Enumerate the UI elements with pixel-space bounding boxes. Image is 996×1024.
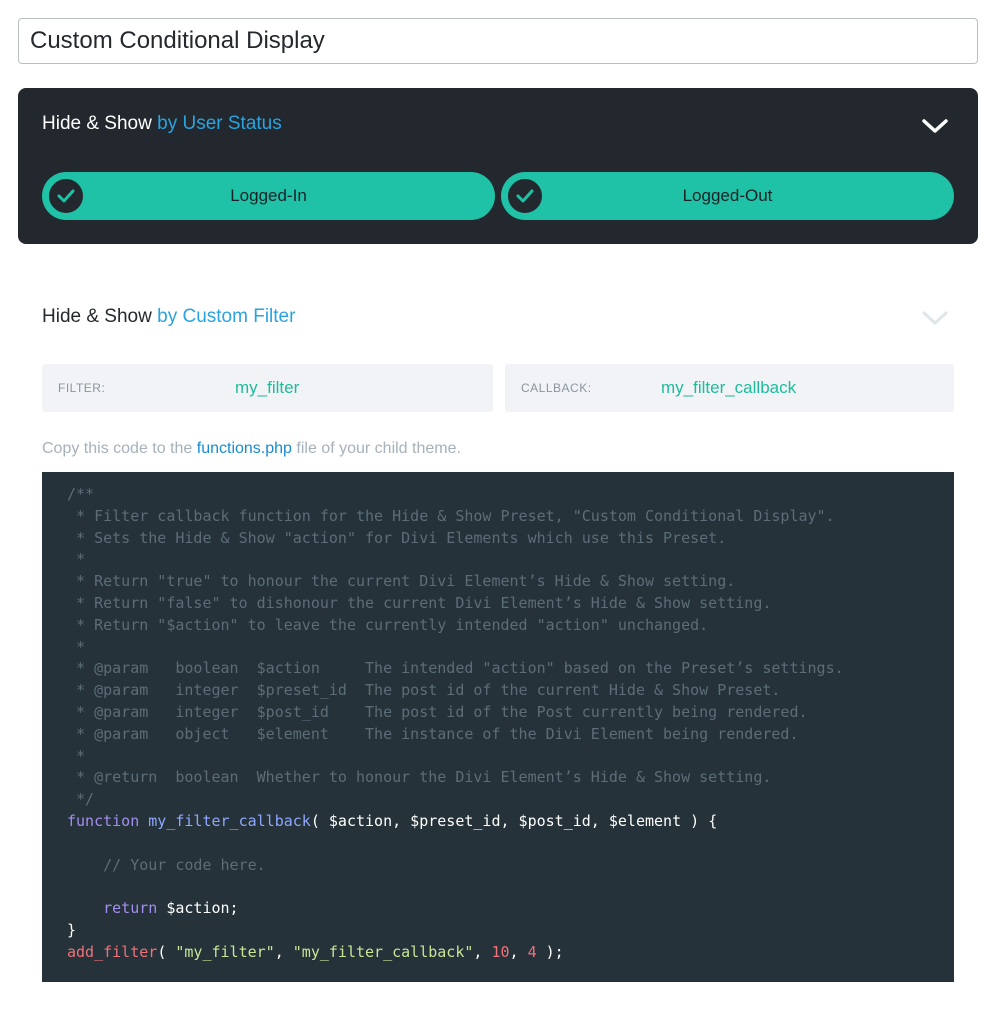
code-comment-line: * @param integer $post_id The post id of… [67, 702, 808, 721]
filter-value[interactable]: my_filter [235, 364, 299, 412]
code-comment-line: * [67, 746, 86, 765]
user-status-panel: Hide & Show by User Status Logged-In Log… [18, 88, 978, 244]
code-comment-line: * @param boolean $action The intended "a… [67, 659, 844, 678]
code-comment-line: * Sets the Hide & Show "action" for Divi… [67, 528, 727, 547]
code-comment-line: */ [67, 790, 95, 809]
code-comment-line: /** [67, 485, 95, 503]
code-comment-line: * Filter callback function for the Hide … [67, 506, 835, 525]
code-comment-line: * @return boolean Whether to honour the … [67, 768, 772, 787]
code-comment-line: * @param object $element The instance of… [67, 724, 799, 743]
filter-field[interactable]: FILTER: my_filter [42, 364, 493, 412]
logged-in-label: Logged-In [230, 186, 307, 205]
chevron-down-icon[interactable] [921, 308, 949, 328]
user-status-heading: Hide & Show by User Status [42, 113, 282, 134]
code-body-comment: // Your code here. [67, 855, 266, 874]
preset-title-input[interactable] [18, 18, 978, 64]
functions-php-link[interactable]: functions.php [197, 440, 292, 457]
code-block[interactable]: /** * Filter callback function for the H… [42, 472, 954, 982]
code-comment-line: * Return "$action" to leave the currentl… [67, 615, 709, 634]
callback-value[interactable]: my_filter_callback [661, 364, 796, 412]
code-comment-line: * @param integer $preset_id The post id … [67, 681, 781, 700]
chevron-down-icon[interactable] [921, 116, 949, 136]
logged-out-label: Logged-Out [682, 186, 773, 205]
logged-out-toggle[interactable]: Logged-Out [501, 172, 954, 220]
custom-filter-heading: Hide & Show by Custom Filter [42, 306, 296, 327]
code-comment-line: * Return "false" to dishonour the curren… [67, 593, 772, 612]
filter-label: FILTER: [58, 381, 106, 395]
code-comment-line: * [67, 637, 86, 656]
code-comment-line: * [67, 550, 86, 569]
logged-in-toggle[interactable]: Logged-In [42, 172, 495, 220]
code-close-brace: } [67, 920, 77, 939]
callback-label: CALLBACK: [521, 381, 592, 395]
code-return-line: return $action; [67, 899, 239, 918]
callback-field[interactable]: CALLBACK: my_filter_callback [505, 364, 954, 412]
code-function-line: function my_filter_callback( $action, $p… [67, 811, 718, 830]
code-add-filter-line: add_filter( "my_filter", "my_filter_call… [67, 942, 564, 961]
copy-code-hint: Copy this code to the functions.php file… [42, 440, 461, 457]
code-comment-line: * Return "true" to honour the current Di… [67, 572, 736, 591]
